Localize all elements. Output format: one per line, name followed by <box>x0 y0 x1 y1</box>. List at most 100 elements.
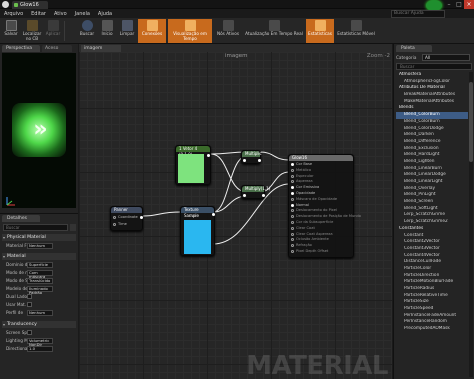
palette-item[interactable]: Blend_ColorBurn <box>396 119 468 126</box>
palette-category-header[interactable]: Atmosfera <box>396 72 468 79</box>
material-preview-viewport[interactable]: » <box>2 53 76 208</box>
eye-icon[interactable] <box>70 224 76 231</box>
details-search-input[interactable]: Buscar <box>3 224 68 231</box>
menu-editar[interactable]: Editar <box>31 11 46 17</box>
palette-item[interactable]: Constant3Vector <box>396 246 468 253</box>
live-update-button[interactable]: Atualização Em Tempo Real <box>244 19 304 43</box>
output-pin[interactable] <box>262 194 265 197</box>
palette-item[interactable]: Blend_ColorDodge <box>396 126 468 133</box>
palette-item[interactable]: ParticleMotionBlurFade <box>396 279 468 286</box>
apply-button[interactable]: Aplicar <box>44 19 62 43</box>
palette-item[interactable]: Blend_HardLight <box>396 152 468 159</box>
details-tab[interactable]: Detalhes <box>2 215 40 222</box>
palette-item[interactable]: Blend_LinearBurn <box>396 166 468 173</box>
palette-item[interactable]: PrecomputedAOMask <box>396 326 468 333</box>
input-pin[interactable] <box>113 223 116 226</box>
palette-item[interactable]: PerInstanceFadeAmount <box>396 313 468 320</box>
node-panner[interactable]: Panner Coordinate Time <box>110 206 143 231</box>
menu-ativo[interactable]: Ativo <box>54 11 67 17</box>
palette-item[interactable]: Blend_PinLight <box>396 192 468 199</box>
palette-item[interactable]: AtmosphericFogColor <box>396 79 468 86</box>
live-preview-button[interactable]: Visualização em Tempo <box>168 19 212 43</box>
menu-ajuda[interactable]: Ajuda <box>98 11 112 17</box>
property-dropdown[interactable]: Volumetric NonDir <box>27 338 53 347</box>
find-in-cb-button[interactable]: Localizar no CB <box>21 19 43 43</box>
category-translucency[interactable]: Translucency <box>2 321 76 328</box>
output-pin[interactable] <box>258 159 261 162</box>
palette-item[interactable]: Blend_Exclusion <box>396 146 468 153</box>
menu-janela[interactable]: Janela <box>75 11 90 17</box>
node-constant-vector[interactable]: 1 Vetor 4 (0,1,0) <box>175 145 211 185</box>
input-pin[interactable] <box>291 197 294 201</box>
input-pin[interactable] <box>291 221 294 224</box>
palette-item[interactable]: Blend_ColorBurn <box>396 112 468 119</box>
palette-item[interactable]: Blend_Lighten <box>396 159 468 166</box>
input-pin[interactable] <box>291 174 294 178</box>
palette-item[interactable]: Lerp_ScratchGrime <box>396 212 468 219</box>
palette-category-header[interactable]: Atributos De Material <box>396 85 468 92</box>
input-pin[interactable] <box>291 192 294 195</box>
palette-item[interactable]: ParticleRelativeTime <box>396 293 468 300</box>
output-pin[interactable] <box>212 213 215 216</box>
category-material[interactable]: Material <box>2 253 76 260</box>
palette-item[interactable]: ParticleDirection <box>396 273 468 280</box>
input-pin[interactable] <box>291 168 294 172</box>
viewport-lit-tab[interactable]: Aceso <box>42 45 72 52</box>
output-pin[interactable] <box>207 154 210 157</box>
property-dropdown[interactable]: Nenhum <box>27 310 53 316</box>
maximize-icon[interactable]: □ <box>454 0 464 9</box>
palette-category-header[interactable]: Constantes <box>396 226 468 233</box>
palette-item[interactable]: Constant4Vector <box>396 253 468 260</box>
help-search-input[interactable]: Buscar Ajuda <box>391 10 445 18</box>
node-multiply[interactable]: Multiply(1,1) <box>241 185 270 199</box>
input-pin[interactable] <box>291 238 294 242</box>
palette-item[interactable]: Blend_Screen <box>396 199 468 206</box>
asset-tab[interactable]: Glow16 <box>12 1 48 9</box>
palette-item[interactable]: PerInstanceRandom <box>396 319 468 326</box>
palette-item[interactable]: Constant2Vector <box>396 239 468 246</box>
palette-item[interactable]: Blend_LinearDodge <box>396 172 468 179</box>
palette-search-input[interactable]: Buscar <box>396 63 472 70</box>
menu-arquivo[interactable]: Arquivo <box>4 11 23 17</box>
property-checkbox[interactable] <box>27 294 32 299</box>
viewport-perspective-tab[interactable]: Perspectiva <box>2 45 40 52</box>
property-dropdown[interactable]: Iluminado Padrão <box>27 286 53 295</box>
minimize-icon[interactable]: – <box>444 0 454 9</box>
property-value[interactable]: Nenhum <box>27 243 53 249</box>
node-material-result[interactable]: Glow16 Cor Base Metálico Especular Aspereza… <box>288 154 361 258</box>
property-dropdown[interactable]: Superfície <box>27 262 53 268</box>
palette-item[interactable]: ParticleRadius <box>396 286 468 293</box>
input-pin[interactable] <box>291 209 294 213</box>
input-pin[interactable] <box>291 180 294 184</box>
palette-item[interactable]: ParticleSize <box>396 299 468 306</box>
clean-button[interactable]: Limpar <box>118 19 136 43</box>
close-icon[interactable]: × <box>464 0 474 9</box>
home-button[interactable]: Início <box>98 19 116 43</box>
input-pin[interactable] <box>291 163 294 166</box>
property-checkbox[interactable] <box>27 330 32 335</box>
scrollbar-thumb[interactable] <box>469 82 473 162</box>
palette-item[interactable]: Blend_Difference <box>396 139 468 146</box>
palette-tab[interactable]: Paleta <box>396 45 432 52</box>
input-pin[interactable] <box>291 215 294 219</box>
node-texture-sample[interactable]: Texture Sample UVs <box>180 206 215 256</box>
property-dropdown[interactable]: Com máscara <box>27 270 53 279</box>
palette-item[interactable]: Constant <box>396 233 468 240</box>
search-button[interactable]: Buscar <box>78 19 96 43</box>
input-pin[interactable] <box>291 232 294 236</box>
input-pin[interactable] <box>291 186 294 190</box>
palette-category-header[interactable]: Blends <box>396 105 468 112</box>
input-pin[interactable] <box>291 203 294 207</box>
material-graph-editor[interactable]: imagem imagem Zoom -2 1 Vetor 4 (0,1,0) … <box>79 44 392 379</box>
input-pin[interactable] <box>291 250 294 253</box>
property-checkbox[interactable] <box>27 302 32 307</box>
mobile-stats-button[interactable]: Estatísticas Móvel <box>336 19 376 43</box>
category-dropdown[interactable]: All <box>422 54 470 61</box>
input-pin[interactable] <box>113 216 116 219</box>
palette-item[interactable]: Lerp_ScratchGrime2 <box>396 219 468 226</box>
palette-scrollbar[interactable] <box>469 72 473 377</box>
connectors-button[interactable]: Conexões <box>138 19 166 43</box>
property-value[interactable]: 1.0 <box>27 346 53 352</box>
input-pin-a[interactable] <box>243 194 246 197</box>
unreal-logo-icon[interactable] <box>2 1 9 8</box>
